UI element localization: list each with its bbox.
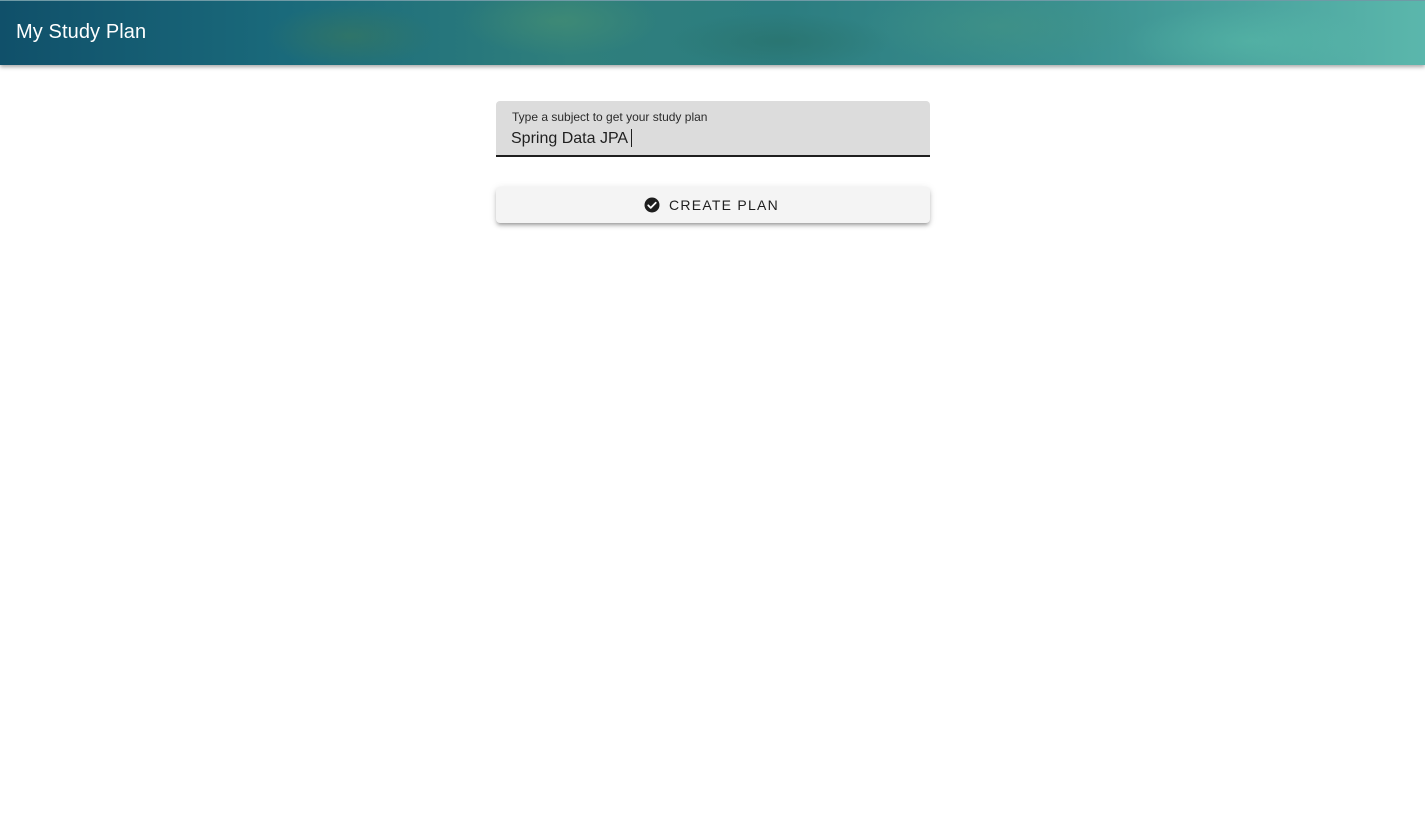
subject-field-label: Type a subject to get your study plan xyxy=(512,110,708,124)
subject-field[interactable]: Type a subject to get your study plan xyxy=(496,101,930,157)
text-caret xyxy=(631,129,632,147)
subject-input[interactable] xyxy=(511,128,911,150)
app-title: My Study Plan xyxy=(16,21,147,43)
create-plan-label: CREATE PLAN xyxy=(669,197,779,213)
app-bar: My Study Plan xyxy=(0,0,1425,65)
check-circle-icon xyxy=(643,196,661,214)
create-plan-button[interactable]: CREATE PLAN xyxy=(496,187,930,223)
